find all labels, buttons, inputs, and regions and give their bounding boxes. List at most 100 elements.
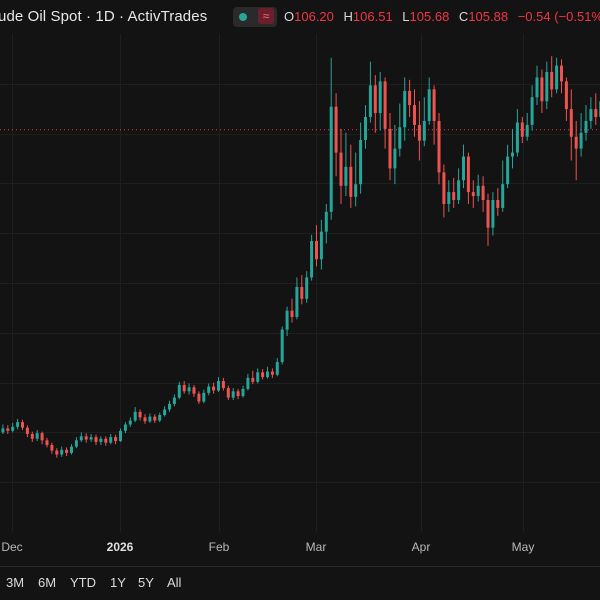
candle-body [466, 156, 470, 193]
close-value: 105.88 [468, 9, 509, 24]
range-all-button[interactable]: All [167, 575, 181, 590]
candle-body [295, 286, 299, 317]
candle [398, 103, 402, 157]
candle-body [525, 124, 529, 137]
candle [564, 77, 568, 121]
status-indicators[interactable]: ≈ [233, 7, 277, 27]
candle [344, 132, 348, 197]
candle [413, 89, 416, 137]
candle-body [329, 106, 333, 212]
candle [574, 120, 578, 181]
candle [290, 298, 294, 323]
candle [417, 101, 421, 161]
candle [99, 436, 103, 446]
candle [50, 442, 54, 454]
candle-body [442, 172, 446, 204]
range-3m-button[interactable]: 3M [6, 575, 24, 590]
candle-body [217, 381, 220, 391]
candle [55, 448, 59, 458]
candle [123, 422, 127, 434]
candle [172, 394, 176, 407]
x-tick-label: May [511, 540, 535, 554]
candle-body [383, 81, 387, 129]
candle-body [476, 185, 480, 197]
change-value: −0.54 (−0.51% [517, 9, 600, 24]
candle [153, 414, 157, 423]
candle [408, 79, 412, 117]
candle-body [589, 109, 593, 121]
candle-body [99, 438, 103, 442]
candle-body [35, 433, 39, 439]
close-key: C [458, 9, 469, 24]
candle [114, 434, 118, 445]
candle [143, 414, 147, 424]
range-1y-button[interactable]: 1Y [110, 575, 126, 590]
candle-body [417, 124, 421, 141]
time-axis[interactable]: Dec 2026 Feb Mar Apr May [0, 532, 600, 560]
candle [506, 144, 510, 189]
candle [231, 388, 235, 400]
candle-body [261, 372, 265, 378]
candle [70, 444, 73, 455]
candle-body [388, 128, 392, 169]
candle-body [94, 437, 98, 442]
candle [187, 383, 191, 395]
candle-body [324, 211, 328, 232]
range-5y-button[interactable]: 5Y [138, 575, 154, 590]
candle-body [349, 166, 353, 197]
open-key: O [284, 9, 295, 24]
candle-body [231, 391, 235, 398]
candle-body [241, 388, 245, 397]
candle-body [70, 446, 73, 453]
candle [163, 406, 167, 417]
candle-body [143, 417, 147, 422]
x-tick-label: Apr [411, 540, 431, 554]
candle [226, 385, 230, 400]
candle-body [530, 97, 534, 125]
candle-body [560, 65, 563, 82]
candle [35, 430, 39, 442]
symbol-title[interactable]: ude Oil Spot · 1D · ActivTrades [0, 8, 207, 25]
range-ytd-button[interactable]: YTD [70, 575, 96, 590]
candle [589, 97, 593, 129]
candle [447, 180, 451, 212]
candle-body [114, 437, 118, 442]
candle [471, 180, 475, 208]
candle [466, 152, 470, 204]
candle-body [550, 71, 554, 90]
candle [560, 59, 563, 94]
candle [104, 436, 108, 446]
x-tick-label: Dec [1, 540, 23, 554]
candle [550, 56, 554, 98]
candle [25, 425, 29, 438]
candle-body [197, 393, 201, 402]
candle [535, 65, 539, 106]
candle [207, 383, 211, 396]
open-value: 106.20 [294, 9, 334, 24]
candle-body [491, 200, 495, 228]
price-chart[interactable] [0, 34, 600, 532]
candle-body [555, 65, 559, 90]
candle [364, 105, 367, 149]
candle [579, 113, 583, 157]
candle-body [413, 105, 416, 125]
candle-body [315, 241, 318, 260]
candle-body [422, 120, 426, 141]
candle-body [462, 156, 465, 181]
candle [457, 168, 461, 204]
ohlc-readout: O106.20 H106.51 L105.68 C105.88 −0.54 (−… [284, 9, 600, 24]
candle [432, 85, 436, 145]
candle [462, 144, 465, 189]
candle-body [45, 440, 49, 446]
candle [540, 69, 544, 114]
candle-body [569, 109, 573, 137]
range-6m-button[interactable]: 6M [38, 575, 56, 590]
candle-body [251, 377, 255, 382]
candle [212, 382, 216, 394]
candle [515, 109, 519, 157]
candle [378, 71, 382, 131]
chart-header: ude Oil Spot · 1D · ActivTrades ≈ O106.2… [0, 0, 600, 34]
candle [422, 97, 426, 147]
high-key: H [343, 9, 353, 24]
candle [486, 193, 490, 246]
